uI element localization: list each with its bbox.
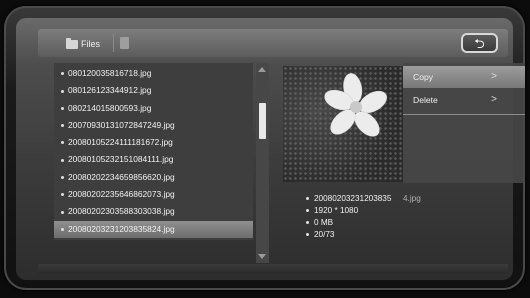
info-size: 0 MB xyxy=(306,217,391,229)
back-button[interactable]: ⮌ xyxy=(461,33,498,53)
folder-icon xyxy=(66,37,78,49)
file-name: 20080202235646862073.jpg xyxy=(68,189,175,200)
file-name: 20080203231203835824.jpg xyxy=(68,223,175,234)
top-bar xyxy=(38,29,508,57)
menu-item-delete[interactable]: Delete > xyxy=(403,89,525,111)
menu-separator xyxy=(403,114,525,115)
file-list-item[interactable]: 080120035816718.jpg xyxy=(54,65,253,82)
file-list-item[interactable]: 080126123344912.jpg xyxy=(54,82,253,99)
menu-item-copy-label: Copy xyxy=(413,72,434,82)
file-name: 20070930131072847249.jpg xyxy=(68,119,175,130)
bullet-icon xyxy=(61,158,64,162)
menu-item-copy[interactable]: Copy > xyxy=(403,66,525,88)
file-list-item[interactable]: 20080202303588303038.jpg xyxy=(54,203,253,220)
flower-image xyxy=(324,73,387,137)
file-name: 20080202303588303038.jpg xyxy=(68,206,175,217)
info-filename-tail: 4.jpg xyxy=(403,194,421,203)
image-preview xyxy=(283,66,403,182)
file-name: 20080202234659856620.jpg xyxy=(68,171,175,182)
file-list-item[interactable]: 20080202234659856620.jpg xyxy=(54,169,253,186)
file-name: 080120035816718.jpg xyxy=(68,68,152,78)
bullet-icon xyxy=(61,141,64,145)
info-filename: 20080203231203835 xyxy=(306,193,391,205)
menu-item-delete-label: Delete xyxy=(413,95,438,105)
file-name: 080214015800593.jpg xyxy=(68,102,152,113)
bullet-icon xyxy=(61,227,64,231)
bullet-icon xyxy=(61,89,64,93)
file-list-item[interactable]: 20080203231203835824.jpg xyxy=(54,220,253,238)
file-list-item[interactable]: 20080105224111181672.jpg xyxy=(54,134,253,151)
bullet-icon xyxy=(61,124,64,128)
bottom-strip xyxy=(38,264,508,274)
chevron-right-icon: > xyxy=(491,94,497,105)
scroll-up-arrow-icon[interactable] xyxy=(258,67,266,72)
tab-separator xyxy=(113,34,114,52)
info-position: 20/73 xyxy=(306,229,391,241)
file-name: 20080105224111181672.jpg xyxy=(68,137,173,148)
context-menu: Copy > Delete > xyxy=(403,63,525,183)
file-name: 20080105232151084111.jpg xyxy=(68,154,174,165)
bullet-icon xyxy=(61,106,64,110)
file-name: 080126123344912.jpg xyxy=(68,85,152,96)
bullet-icon xyxy=(61,193,64,197)
bullet-icon xyxy=(61,176,64,180)
info-resolution: 1920 * 1080 xyxy=(306,205,391,217)
file-list-item[interactable]: 20070930131072847249.jpg xyxy=(54,117,253,134)
file-list-item[interactable]: 20080202235646862073.jpg xyxy=(54,186,253,203)
tab-files[interactable]: Files xyxy=(66,36,100,52)
scroll-down-arrow-icon[interactable] xyxy=(258,254,266,259)
scroll-thumb[interactable] xyxy=(259,103,266,139)
scrollbar[interactable] xyxy=(256,63,269,263)
file-list-item[interactable]: 20080105232151084111.jpg xyxy=(54,151,253,168)
file-list: 080120035816718.jpg 080126123344912.jpg 08… xyxy=(54,65,253,238)
chevron-right-icon: > xyxy=(491,71,497,82)
document-icon[interactable] xyxy=(120,37,129,49)
file-list-item[interactable]: 080214015800593.jpg xyxy=(54,100,253,117)
bullet-icon xyxy=(61,72,64,76)
back-arrow-icon: ⮌ xyxy=(474,35,485,51)
tab-files-label: Files xyxy=(81,39,101,49)
bullet-icon xyxy=(61,210,64,214)
file-info: 20080203231203835 1920 * 1080 0 MB 20/73 xyxy=(306,193,391,241)
